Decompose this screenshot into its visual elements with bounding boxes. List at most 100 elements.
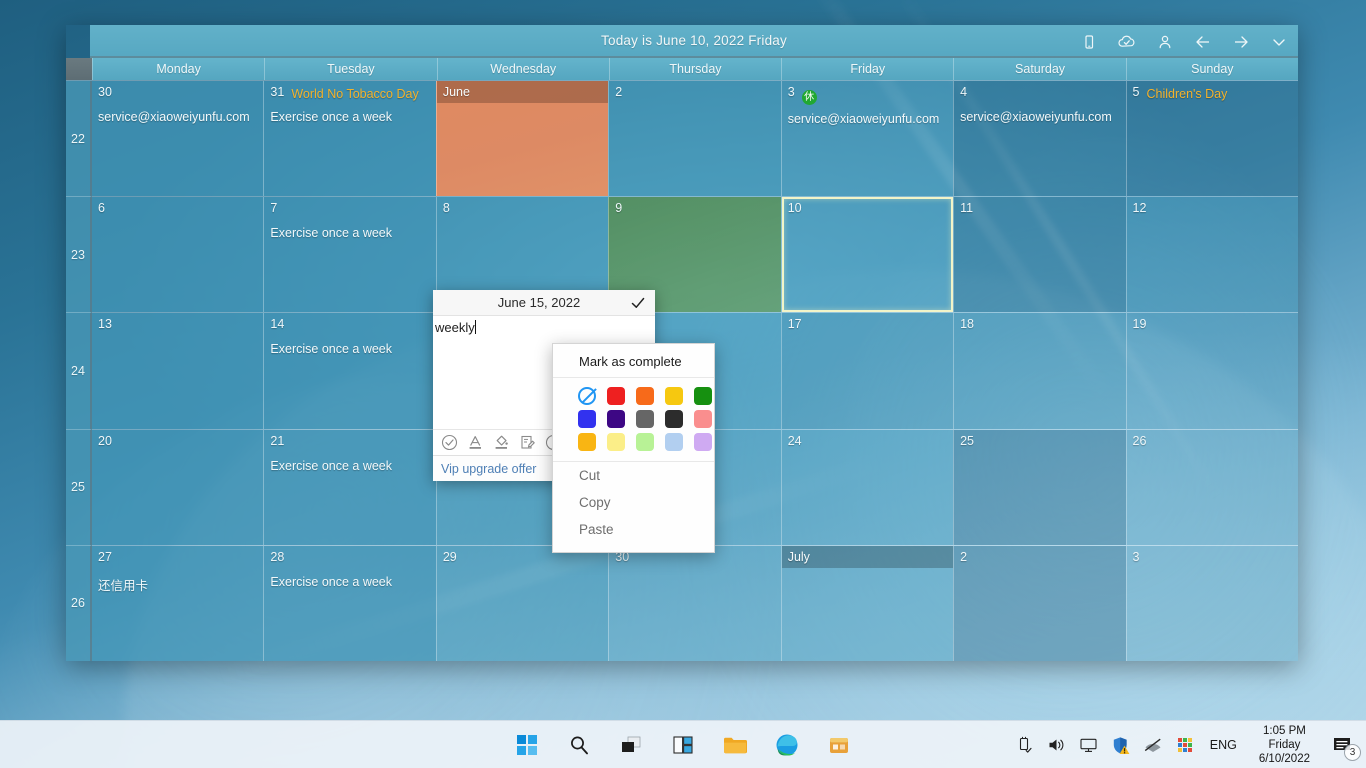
- mark-as-complete-item[interactable]: Mark as complete: [553, 349, 714, 378]
- fill-color-icon[interactable]: [493, 434, 510, 451]
- microsoft-store-button[interactable]: [819, 725, 859, 765]
- forward-arrow-icon[interactable]: [1228, 29, 1254, 55]
- file-explorer-button[interactable]: [715, 725, 755, 765]
- day-cell[interactable]: 27 还信用卡: [92, 545, 264, 662]
- day-number: 30: [98, 85, 112, 99]
- account-icon[interactable]: [1152, 29, 1178, 55]
- day-cell[interactable]: 2: [608, 81, 781, 197]
- day-cell[interactable]: 2: [953, 545, 1126, 662]
- day-event[interactable]: Exercise once a week: [270, 226, 429, 240]
- search-button[interactable]: [559, 725, 599, 765]
- color-swatch[interactable]: [694, 410, 712, 428]
- color-swatch[interactable]: [636, 387, 654, 405]
- language-indicator[interactable]: ENG: [1206, 738, 1241, 752]
- text-color-icon[interactable]: [467, 434, 484, 451]
- color-swatch[interactable]: [694, 387, 712, 405]
- day-number: 3: [1132, 549, 1140, 564]
- day-cell[interactable]: 11: [953, 197, 1126, 313]
- start-button[interactable]: [507, 725, 547, 765]
- calendar-week-row: 30 service@xiaoweiyunfu.com 31 World No Tob…: [92, 81, 1298, 198]
- day-event[interactable]: Exercise once a week: [270, 342, 429, 356]
- day-cell[interactable]: 18: [953, 313, 1126, 429]
- task-view-button[interactable]: [611, 725, 651, 765]
- usb-eject-icon[interactable]: [1014, 733, 1036, 757]
- day-cell[interactable]: 12: [1125, 197, 1298, 313]
- color-grid-icon[interactable]: [1174, 733, 1196, 757]
- mobile-icon[interactable]: [1076, 29, 1102, 55]
- color-swatch[interactable]: [607, 410, 625, 428]
- day-cell[interactable]: 3: [1125, 545, 1298, 662]
- calendar-titlebar[interactable]: Today is June 10, 2022 Friday: [90, 25, 1298, 58]
- day-cell[interactable]: 30: [608, 545, 781, 662]
- day-number: 11: [960, 201, 974, 216]
- day-number: 20: [98, 433, 112, 448]
- context-menu[interactable]: Mark as complete Cut Copy Paste: [552, 343, 715, 553]
- color-swatch[interactable]: [636, 433, 654, 451]
- day-cell[interactable]: 10: [780, 197, 954, 313]
- day-event[interactable]: service@xiaoweiyunfu.com: [788, 112, 947, 126]
- color-swatch[interactable]: [665, 410, 683, 428]
- day-cell[interactable]: 7 Exercise once a week: [263, 197, 436, 313]
- day-cell[interactable]: 5 Children's Day: [1125, 81, 1298, 197]
- context-menu-item-paste[interactable]: Paste: [553, 516, 714, 543]
- day-event[interactable]: Exercise once a week: [270, 110, 429, 124]
- day-event[interactable]: service@xiaoweiyunfu.com: [98, 110, 257, 124]
- mark-complete-icon[interactable]: [441, 434, 458, 451]
- day-number: 2: [615, 85, 623, 99]
- day-cell[interactable]: 21 Exercise once a week: [263, 429, 436, 545]
- day-cell-header: 3: [1133, 550, 1292, 568]
- day-cell[interactable]: 28 Exercise once a week: [263, 545, 436, 662]
- widgets-button[interactable]: [663, 725, 703, 765]
- day-event[interactable]: service@xiaoweiyunfu.com: [960, 110, 1119, 124]
- volume-icon[interactable]: [1046, 733, 1068, 757]
- day-header-monday: Monday: [92, 58, 265, 80]
- day-event[interactable]: Exercise once a week: [270, 575, 429, 589]
- day-event[interactable]: Exercise once a week: [270, 459, 429, 473]
- day-cell[interactable]: 29: [435, 545, 609, 662]
- notification-center-button[interactable]: 3: [1328, 730, 1361, 761]
- security-warning-icon[interactable]: [1110, 733, 1132, 757]
- day-cell[interactable]: July: [780, 545, 954, 662]
- day-number: 28: [270, 549, 285, 564]
- day-cell-header: 28: [270, 550, 429, 568]
- day-cell[interactable]: 20: [92, 429, 264, 545]
- back-arrow-icon[interactable]: [1190, 29, 1216, 55]
- day-cell[interactable]: 25: [953, 429, 1126, 545]
- day-cell[interactable]: 4 service@xiaoweiyunfu.com: [953, 81, 1126, 197]
- color-swatch[interactable]: [636, 410, 654, 428]
- color-swatch-none[interactable]: [578, 387, 596, 405]
- color-swatch[interactable]: [607, 387, 625, 405]
- day-cell[interactable]: 31 World No Tobacco Day Exercise once a we…: [263, 81, 436, 197]
- color-swatch[interactable]: [578, 433, 596, 451]
- day-cell[interactable]: 17: [780, 313, 954, 429]
- day-cell[interactable]: 26: [1125, 429, 1298, 545]
- day-cell[interactable]: 19: [1125, 313, 1298, 429]
- day-cell[interactable]: 30 service@xiaoweiyunfu.com: [92, 81, 264, 197]
- week-number-column: 22 23 24 25 26: [66, 81, 92, 662]
- edge-browser-button[interactable]: [767, 725, 807, 765]
- no-network-icon[interactable]: [1142, 733, 1164, 757]
- color-swatch[interactable]: [694, 433, 712, 451]
- color-swatch[interactable]: [665, 433, 683, 451]
- context-menu-item-cut[interactable]: Cut: [553, 462, 714, 489]
- day-cell[interactable]: 6: [92, 197, 264, 313]
- day-cell[interactable]: 14 Exercise once a week: [263, 313, 436, 429]
- cloud-sync-icon[interactable]: [1114, 29, 1140, 55]
- context-menu-item-copy[interactable]: Copy: [553, 489, 714, 516]
- check-icon[interactable]: [625, 290, 651, 316]
- color-swatch[interactable]: [578, 410, 596, 428]
- network-display-icon[interactable]: [1078, 733, 1100, 757]
- day-event[interactable]: 还信用卡: [98, 575, 257, 594]
- color-swatch[interactable]: [607, 433, 625, 451]
- windows-taskbar[interactable]: ENG 1:05 PM Friday 6/10/2022 3: [0, 720, 1366, 768]
- week-number: 24: [66, 313, 92, 430]
- day-cell[interactable]: June: [435, 81, 609, 197]
- color-swatch[interactable]: [665, 387, 683, 405]
- chevron-down-icon[interactable]: [1266, 29, 1292, 55]
- day-cell[interactable]: 3 休 service@xiaoweiyunfu.com: [780, 81, 954, 197]
- vip-upgrade-link[interactable]: Vip upgrade offer: [441, 462, 536, 476]
- edit-note-icon[interactable]: [519, 434, 536, 451]
- day-cell[interactable]: 24: [780, 429, 954, 545]
- day-cell[interactable]: 13: [92, 313, 264, 429]
- taskbar-clock[interactable]: 1:05 PM Friday 6/10/2022: [1251, 724, 1318, 766]
